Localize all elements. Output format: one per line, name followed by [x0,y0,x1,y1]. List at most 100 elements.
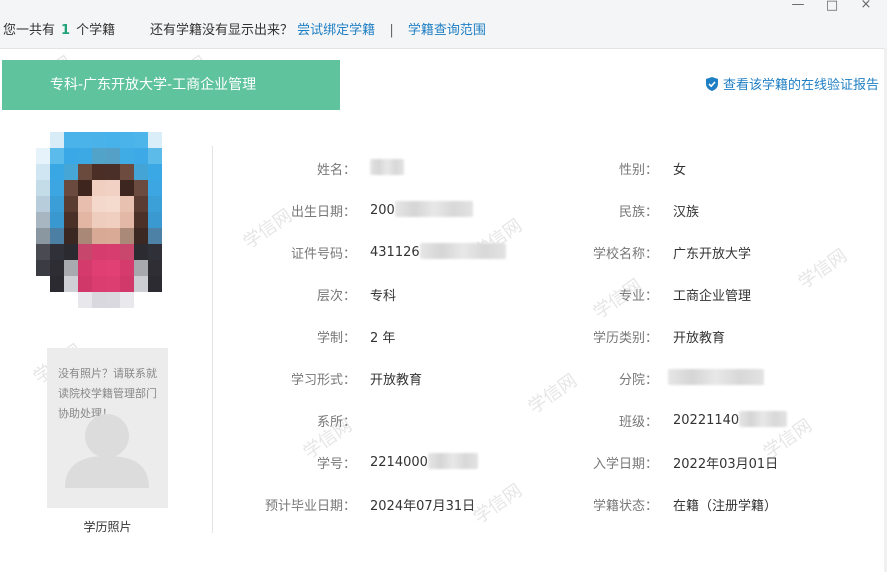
bind-record-link[interactable]: 尝试绑定学籍 [297,23,375,38]
photo-pixel [50,164,64,180]
photo-pixel [92,196,106,212]
photo-pixel [50,132,64,148]
photo-pixel [106,260,120,276]
photo-pixel [64,244,78,260]
person-placeholder-icon [65,414,149,488]
value-birthdate: 200 [370,201,473,218]
photo-pixel [134,132,148,148]
photo-pixel [106,132,120,148]
photo-pixel [134,164,148,180]
value-major: 工商企业管理 [673,289,752,304]
no-photo-placeholder: 没有照片？请联系就读院校学籍管理部门协助处理！ [47,348,168,508]
photo-pixel [106,212,120,228]
photo-pixel [50,212,64,228]
photo-pixel [162,180,176,196]
photo-pixel [92,276,106,292]
photo-pixel [162,260,176,276]
photo-pixel [36,196,50,212]
link-separator: | [389,23,394,38]
photo-pixel [162,164,176,180]
photo-pixel [120,244,134,260]
value-class: 20221140 [673,411,788,428]
photo-pixel [106,164,120,180]
label-id-number: 证件号码： [290,247,356,262]
query-scope-link[interactable]: 学籍查询范围 [408,23,486,38]
photo-pixel [64,196,78,212]
close-button[interactable]: × [856,0,876,12]
record-count-summary: 您一共有 1 个学籍 [3,19,115,38]
photo-pixel [36,212,50,228]
photo-pixel [162,132,176,148]
label-birthdate: 出生日期： [290,205,356,220]
verify-report-link[interactable]: 查看该学籍的在线验证报告 [706,74,879,93]
photo-pixel [92,260,106,276]
label-level: 层次： [316,289,356,304]
photo-pixel [78,228,92,244]
value-enroll-date: 2022年03月01日 [673,457,779,472]
photo-pixel [148,292,162,308]
photo-pixel [78,148,92,164]
photo-pixel [36,148,50,164]
photo-pixel [78,180,92,196]
photo-pixel [148,132,162,148]
photo-pixel [92,132,106,148]
photo-pixel [120,196,134,212]
photo-pixel [162,244,176,260]
photo-pixel [36,228,50,244]
photo-pixel [134,244,148,260]
photo-pixel [36,260,50,276]
value-graduation-date: 2024年07月31日 [370,499,476,514]
value-duration: 2 年 [370,331,396,346]
photo-pixel [78,260,92,276]
verify-report-label: 查看该学籍的在线验证报告 [723,78,880,93]
label-name: 姓名： [316,163,356,178]
label-class: 班级： [618,415,658,430]
photo-pixel [106,228,120,244]
value-name [370,159,404,176]
photo-pixel [134,228,148,244]
value-student-id: 2214000 [370,453,478,470]
minimize-button[interactable]: — [788,0,808,12]
photo-pixel [106,196,120,212]
vertical-divider [212,146,213,533]
photo-pixel [64,164,78,180]
photo-pixel [50,244,64,260]
value-study-mode: 开放教育 [370,373,423,388]
photo-pixel [92,212,106,228]
photo-pixel [162,212,176,228]
photo-pixel [134,180,148,196]
label-degree-type: 学历类别： [592,331,658,346]
photo-pixel [120,164,134,180]
photo-pixel [64,276,78,292]
value-id-number: 431126 [370,243,506,260]
photo-pixel [148,148,162,164]
photo-pixel [162,228,176,244]
photo-pixel [120,260,134,276]
summary-prefix: 您一共有 [3,23,56,38]
photo-pixel [106,148,120,164]
photo-pixel [134,260,148,276]
photo-pixel [148,212,162,228]
photo-pixel [78,212,92,228]
photo-pixel [50,276,64,292]
photo-pixel [50,196,64,212]
missing-record-hint: 还有学籍没有显示出来？ 尝试绑定学籍 | 学籍查询范围 [150,19,486,38]
record-title-tab[interactable]: 专科-广东开放大学-工商企业管理 [2,60,340,110]
photo-pixel [148,276,162,292]
label-student-id: 学号： [316,457,356,472]
photo-pixel [134,196,148,212]
value-branch [668,369,764,386]
photo-pixel [78,244,92,260]
photo-pixel [148,164,162,180]
value-status: 在籍（注册学籍） [673,499,778,514]
photo-pixel [92,148,106,164]
value-degree-type: 开放教育 [673,331,726,346]
photo-pixel [78,276,92,292]
photo-pixel [78,164,92,180]
photo-pixel [50,180,64,196]
photo-pixel [92,228,106,244]
photo-pixel [134,212,148,228]
photo-pixel [162,148,176,164]
photo-pixel [92,244,106,260]
maximize-button[interactable]: □ [822,0,842,13]
